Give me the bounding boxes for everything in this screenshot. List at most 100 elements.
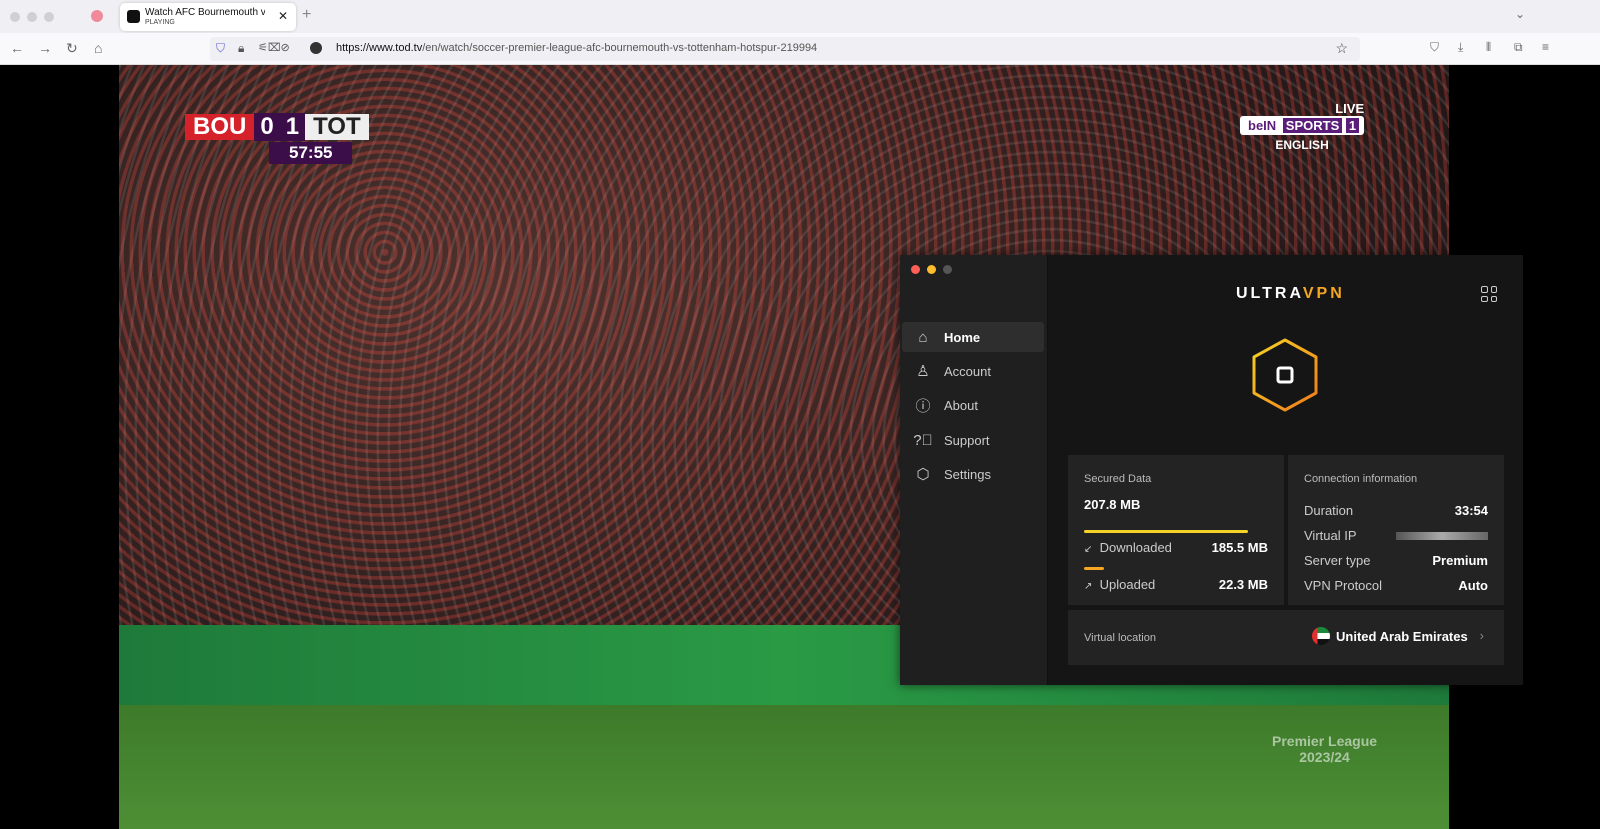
nav-label: Home <box>944 329 981 345</box>
match-clock: 57:55 <box>269 142 353 164</box>
row-label: VPN Protocol <box>1304 578 1383 593</box>
library-icon[interactable]: ⫴ <box>1486 40 1491 55</box>
list-tabs-icon[interactable]: ⌄ <box>1515 7 1525 21</box>
uploaded-label: Uploaded <box>1099 577 1156 592</box>
watermark-season: 2023/24 <box>1299 749 1350 765</box>
tab-title: Watch AFC Bournemouth vs Tottenham <box>145 7 265 18</box>
away-score: 1 <box>279 113 306 141</box>
tod-favicon <box>127 10 140 23</box>
live-label: LIVE <box>1335 101 1365 116</box>
window-close[interactable] <box>10 12 20 22</box>
sidebar: ⌂ Home ♙ Account ⓘ About ?⃝ Support ⬡ Setting… <box>900 255 1048 685</box>
row-label: Duration <box>1304 503 1354 518</box>
minimize-button[interactable] <box>927 265 936 274</box>
window-maximize[interactable] <box>44 12 54 22</box>
connection-info-panel: Connection information Duration 33:54 Vir… <box>1288 455 1504 605</box>
duration-row: Duration 33:54 <box>1304 503 1488 518</box>
scoreboard: BOU 0 1 TOT <box>185 113 369 141</box>
help-icon: ?⃝ <box>913 431 933 449</box>
menu-icon[interactable]: ≡ <box>1542 40 1549 54</box>
tab-active[interactable]: Watch AFC Bournemouth vs Tottenham PLAYI… <box>120 3 296 31</box>
uae-flag-icon <box>1312 627 1330 645</box>
watermark: Premier League 2023/24 <box>1272 733 1377 765</box>
window-minimize[interactable] <box>27 12 37 22</box>
tab-bar: Watch AFC Bournemouth vs Tottenham PLAYI… <box>0 0 1600 33</box>
download-bar <box>1084 530 1248 533</box>
extensions-icon[interactable]: ⧉ <box>1514 40 1523 55</box>
downloaded-label: Downloaded <box>1099 540 1172 555</box>
location-label: Virtual location <box>1084 632 1156 644</box>
location-country: United Arab Emirates <box>1336 629 1468 644</box>
downloaded-row: ↙ Downloaded 185.5 MB <box>1084 540 1268 555</box>
disconnect-button[interactable] <box>1250 337 1320 413</box>
reload-icon[interactable]: ↻ <box>66 40 78 57</box>
nav-bar: ← → ↻ ⌂ ⛉ 🔒︎ ⚟⌧⊘ https://www.tod.tv/en/w… <box>0 33 1600 65</box>
shield-icon[interactable]: ⛉ <box>216 41 225 56</box>
stop-icon <box>1276 366 1294 384</box>
secured-total: 207.8 MB <box>1084 497 1141 512</box>
uploaded-row: ↗ Uploaded 22.3 MB <box>1084 577 1268 592</box>
ultravpn-window: ⌂ Home ♙ Account ⓘ About ?⃝ Support ⬡ Setting… <box>900 255 1523 685</box>
chevron-right-icon: › <box>1479 628 1484 643</box>
lock-icon[interactable]: 🔒︎ <box>238 41 244 56</box>
close-tab-icon[interactable]: ✕ <box>278 9 288 23</box>
download-arrow-icon: ↙ <box>1084 544 1093 555</box>
home-team: BOU <box>185 114 255 140</box>
row-label: Server type <box>1304 553 1371 568</box>
watermark-league: Premier League <box>1272 733 1378 749</box>
nav-label: About <box>944 397 978 413</box>
apps-grid-icon[interactable] <box>1481 286 1497 302</box>
brand-vpn: VPN <box>1302 285 1345 302</box>
upload-bar <box>1084 567 1105 570</box>
brand-ultra: ULTRA <box>1236 285 1303 302</box>
sidebar-item-support[interactable]: ?⃝ Support <box>902 425 1044 455</box>
sidebar-item-account[interactable]: ♙ Account <box>902 356 1044 386</box>
close-button[interactable] <box>911 265 920 274</box>
nav-label: Account <box>944 363 991 379</box>
uploaded-value: 22.3 MB <box>1218 577 1268 592</box>
downloads-icon[interactable]: ⤓ <box>1458 40 1463 55</box>
zoom-button[interactable] <box>943 265 952 274</box>
virtual-location-panel[interactable]: Virtual location United Arab Emirates › <box>1068 610 1504 665</box>
settings-icon: ⬡ <box>916 466 930 483</box>
home-icon: ⌂ <box>918 328 928 346</box>
url-bar[interactable]: ⛉ 🔒︎ ⚟⌧⊘ https://www.tod.tv/en/watch/soc… <box>210 37 1360 61</box>
protocol-row: VPN Protocol Auto <box>1304 578 1488 593</box>
channel-logo: LIVE beIN SPORTS 1 ENGLISH <box>1240 101 1365 152</box>
secured-data-title: Secured Data <box>1084 473 1152 485</box>
virtual-ip-row: Virtual IP <box>1304 528 1488 543</box>
sidebar-item-settings[interactable]: ⬡ Settings <box>902 459 1044 489</box>
ultravpn-logo: ULTRAVPN <box>1236 285 1345 303</box>
url-text[interactable]: https://www.tod.tv/en/watch/soccer-premi… <box>336 42 817 54</box>
channel-name: beIN <box>1248 118 1277 133</box>
server-type-row: Server type Premium <box>1304 553 1488 568</box>
back-icon[interactable]: ← <box>10 40 24 56</box>
new-tab-icon[interactable]: + <box>302 6 311 24</box>
site-icon <box>310 42 322 54</box>
ip-redacted <box>1396 532 1488 540</box>
language-label: ENGLISH <box>1275 138 1329 152</box>
firefox-view-icon[interactable] <box>91 10 103 22</box>
away-team: TOT <box>305 114 369 140</box>
channel-number: 1 <box>1345 118 1360 133</box>
row-value: Auto <box>1458 578 1488 593</box>
downloaded-value: 185.5 MB <box>1211 540 1268 555</box>
row-value: 33:54 <box>1454 503 1488 518</box>
secured-data-panel: Secured Data 207.8 MB ↙ Downloaded 185.5 … <box>1068 455 1284 605</box>
nav-label: Support <box>944 432 990 448</box>
sidebar-item-home[interactable]: ⌂ Home <box>902 322 1044 352</box>
bookmark-star-icon[interactable]: ☆ <box>1335 40 1348 57</box>
permissions-icon[interactable]: ⚟⌧⊘ <box>258 41 290 54</box>
info-icon: ⓘ <box>915 397 931 415</box>
user-icon: ♙ <box>916 363 930 380</box>
row-label: Virtual IP <box>1304 528 1357 543</box>
nav-label: Settings <box>944 466 991 482</box>
tab-status: PLAYING <box>145 19 175 26</box>
pitch <box>119 705 1449 829</box>
sidebar-item-about[interactable]: ⓘ About <box>902 390 1044 420</box>
forward-icon[interactable]: → <box>38 40 52 56</box>
home-icon[interactable]: ⌂ <box>94 40 102 56</box>
channel-sub: SPORTS <box>1282 118 1343 133</box>
pocket-icon[interactable]: ⛉ <box>1430 40 1439 55</box>
connection-title: Connection information <box>1304 473 1418 485</box>
